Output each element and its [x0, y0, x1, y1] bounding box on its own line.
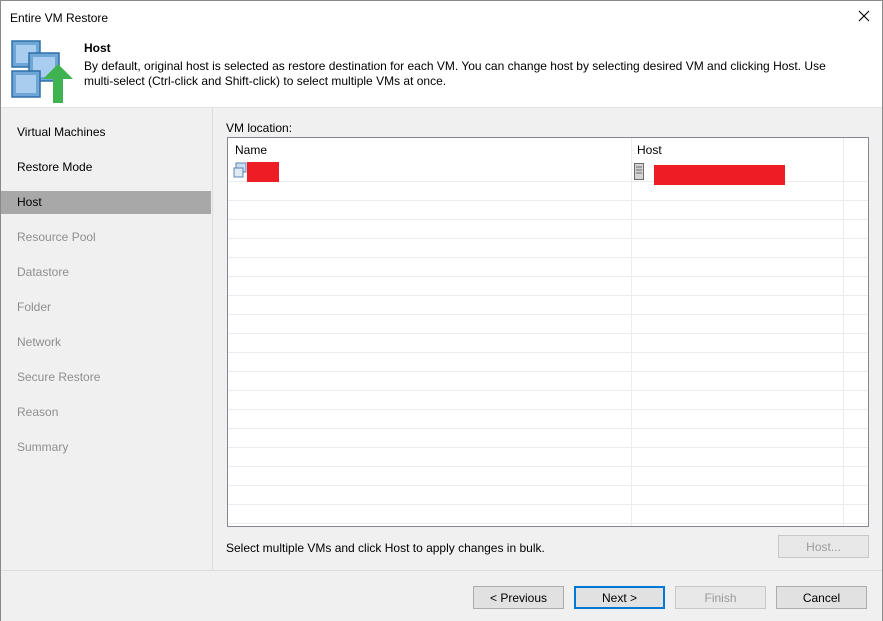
cancel-button[interactable]: Cancel	[776, 586, 867, 609]
row-gridline	[228, 219, 868, 220]
row-gridline	[228, 447, 868, 448]
row-gridline	[228, 276, 868, 277]
vm-icon	[233, 162, 247, 178]
redacted-host-name	[654, 165, 785, 185]
page-description: By default, original host is selected as…	[84, 59, 826, 88]
column-divider	[843, 138, 844, 526]
list-header: Name Host	[228, 138, 868, 158]
row-gridline	[228, 504, 868, 505]
vm-location-label: VM location:	[226, 121, 293, 135]
vm-restore-icon	[11, 40, 73, 103]
row-gridline	[228, 314, 868, 315]
row-gridline	[228, 523, 868, 524]
vm-location-list[interactable]: Name Host	[227, 137, 869, 527]
wizard-footer: < Previous Next > Finish Cancel	[1, 570, 882, 621]
entire-vm-restore-window: Entire VM Restore Host By default, origi…	[0, 0, 883, 621]
wizard-steps-sidebar: Virtual Machines Restore Mode Host Resou…	[1, 108, 213, 570]
redacted-vm-name	[247, 162, 279, 182]
row-gridline	[228, 238, 868, 239]
sidebar-item-summary: Summary	[17, 440, 69, 454]
row-gridline	[228, 352, 868, 353]
column-header-name[interactable]: Name	[235, 143, 267, 157]
row-gridline	[228, 295, 868, 296]
row-gridline	[228, 466, 868, 467]
page-header: Host By default, original host is select…	[1, 31, 882, 108]
previous-button[interactable]: < Previous	[473, 586, 564, 609]
sidebar-item-virtual-machines[interactable]: Virtual Machines	[1, 121, 211, 144]
row-gridline	[228, 200, 868, 201]
sidebar-item-network: Network	[17, 335, 62, 349]
next-button[interactable]: Next >	[574, 586, 665, 609]
row-gridline	[228, 333, 868, 334]
column-divider	[631, 138, 632, 526]
bulk-change-hint: Select multiple VMs and click Host to ap…	[226, 541, 545, 555]
title-bar: Entire VM Restore	[1, 1, 882, 31]
sidebar-item-datastore: Datastore	[17, 265, 70, 279]
column-header-host[interactable]: Host	[637, 143, 662, 157]
sidebar-item-folder: Folder	[17, 300, 52, 314]
host-server-icon	[634, 163, 644, 180]
sidebar-item-reason: Reason	[17, 405, 59, 419]
sidebar-item-resource-pool: Resource Pool	[17, 230, 96, 244]
row-gridline	[228, 371, 868, 372]
window-title: Entire VM Restore	[10, 11, 109, 25]
row-gridline	[228, 390, 868, 391]
close-button[interactable]	[846, 1, 882, 31]
row-gridline	[228, 257, 868, 258]
sidebar-item-secure-restore: Secure Restore	[17, 370, 101, 384]
host-button[interactable]: Host...	[778, 535, 869, 558]
sidebar-item-host[interactable]: Host	[1, 191, 211, 214]
row-gridline	[228, 409, 868, 410]
close-icon	[858, 10, 870, 22]
main-panel: VM location: Name Host Select multiple V…	[213, 108, 882, 570]
sidebar-item-restore-mode[interactable]: Restore Mode	[1, 156, 211, 179]
finish-button[interactable]: Finish	[675, 586, 766, 609]
row-gridline	[228, 485, 868, 486]
page-title: Host	[84, 41, 111, 55]
row-gridline	[228, 428, 868, 429]
